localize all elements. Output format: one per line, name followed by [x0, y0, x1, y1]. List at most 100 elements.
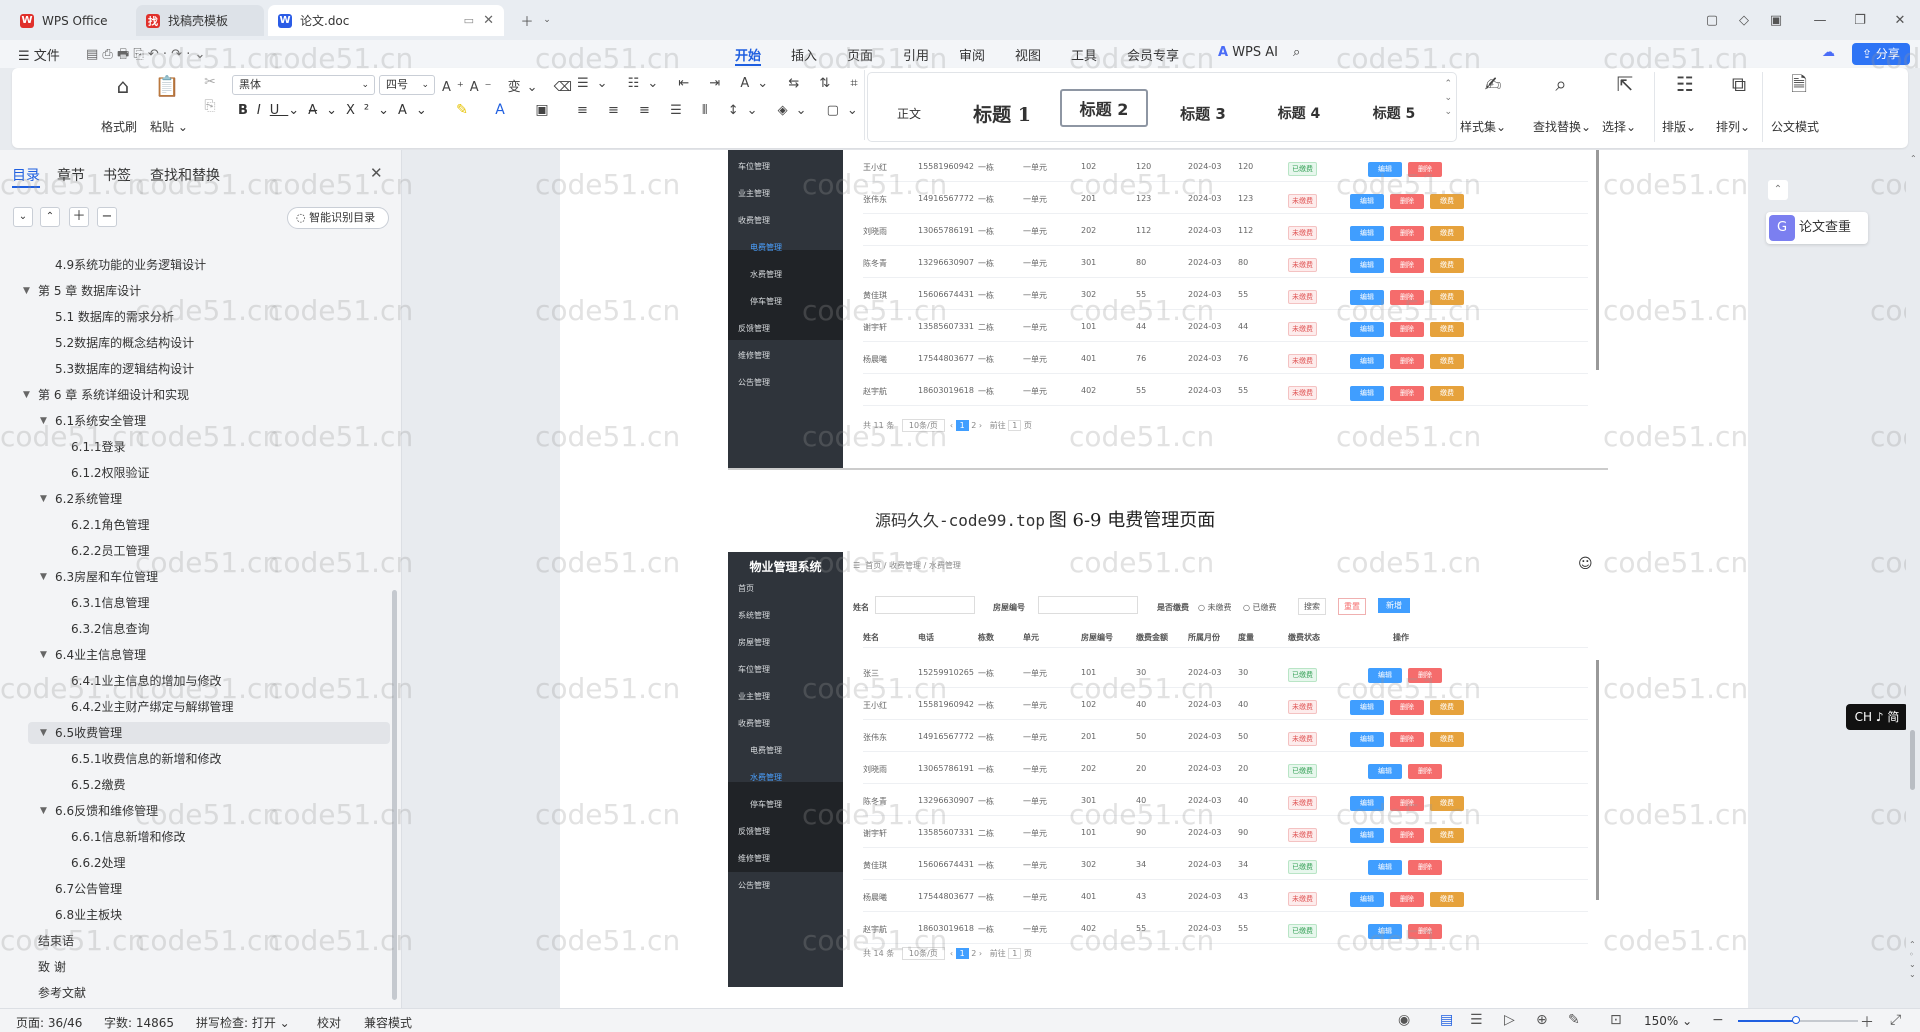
- style-heading-4[interactable]: 标题 4: [1256, 91, 1342, 135]
- zoom-out-icon[interactable]: −: [1712, 1012, 1724, 1028]
- official-doc-icon[interactable]: 🗎: [1786, 74, 1812, 94]
- toc-item[interactable]: 6.1.2权限验证: [0, 462, 390, 484]
- toc-item[interactable]: ▼ 6.2系统管理: [0, 488, 390, 510]
- smart-toc-button[interactable]: ◌ 智能识别目录: [287, 207, 389, 229]
- style-scroll-icon[interactable]: ⌃ ⌄ ⌄: [1444, 77, 1452, 119]
- list-indent-icons[interactable]: ☰⌄ ☷⌄ ⇤ ⇥ A⌄ ⇆ ⇅ ⌗: [577, 76, 866, 91]
- toc-item[interactable]: 6.6.1信息新增和修改: [0, 826, 390, 848]
- official-mode-button[interactable]: 公文模式: [1771, 118, 1819, 135]
- tab-review[interactable]: 审阅: [959, 45, 985, 64]
- toc-expand-caret-icon[interactable]: ▼: [40, 644, 47, 666]
- text-style-icons[interactable]: BIU⌄A̶⌄X²⌄A⌄: [238, 103, 436, 118]
- collapse-all-icon[interactable]: ⌄: [13, 207, 33, 227]
- cut-icon[interactable]: ✂: [200, 72, 220, 92]
- zoom-level[interactable]: 150% ⌄: [1644, 1014, 1692, 1028]
- layout-button[interactable]: 排版⌄: [1662, 118, 1696, 135]
- file-menu[interactable]: ☰ 文件: [18, 45, 60, 64]
- tab-template[interactable]: 找 找稿壳模板: [136, 5, 264, 36]
- page-view-icon[interactable]: ▤: [1440, 1012, 1453, 1028]
- proofread-button[interactable]: 校对: [317, 1014, 341, 1031]
- pen-icon[interactable]: ✎: [1568, 1012, 1580, 1028]
- tab-dropdown-icon[interactable]: ⌄: [535, 8, 559, 32]
- toc-item[interactable]: ▼ 第 5 章 数据库设计: [0, 280, 390, 302]
- close-panel-icon[interactable]: ✕: [370, 164, 383, 182]
- paste-button[interactable]: 粘贴 ⌄: [150, 118, 188, 135]
- font-grow-shrink-icons[interactable]: A⁺A⁻ 变⌄ ⌫: [442, 76, 578, 95]
- toc-item[interactable]: 5.2数据库的概念结构设计: [0, 332, 390, 354]
- play-icon[interactable]: ▷: [1504, 1012, 1515, 1028]
- arrange-button[interactable]: 排列⌄: [1716, 118, 1750, 135]
- toc-item[interactable]: ▼ 6.4业主信息管理: [0, 644, 390, 666]
- doc-scrollbar-thumb[interactable]: [1910, 730, 1915, 790]
- toc-item[interactable]: 参考文献: [0, 982, 390, 1004]
- layout-icon[interactable]: ☷: [1672, 74, 1698, 94]
- toc-item[interactable]: ▼ 第 6 章 系统详细设计和实现: [0, 384, 390, 406]
- toc-expand-caret-icon[interactable]: ▼: [40, 722, 47, 744]
- window-layout-icon[interactable]: ▢: [1700, 8, 1724, 32]
- style-set-icon[interactable]: ✍: [1480, 74, 1506, 94]
- toc-expand-caret-icon[interactable]: ▼: [40, 800, 47, 822]
- remove-heading-icon[interactable]: −: [97, 207, 117, 227]
- tab-home[interactable]: 开始: [735, 45, 761, 64]
- paragraph-align-icons[interactable]: ≡ ≡ ≡ ☰ ⦀ ↕⌄ ◈⌄ ▢⌄: [577, 103, 866, 118]
- paste-icon[interactable]: 📋: [154, 76, 180, 96]
- tab-wps-office[interactable]: W WPS Office: [10, 5, 130, 36]
- close-window-icon[interactable]: ✕: [1888, 8, 1912, 32]
- select-button[interactable]: 选择⌄: [1602, 118, 1636, 135]
- tab-references[interactable]: 引用: [903, 45, 929, 64]
- style-normal[interactable]: 正文: [876, 91, 942, 135]
- fit-page-icon[interactable]: ⊡: [1610, 1012, 1622, 1028]
- word-count[interactable]: 字数: 14865: [104, 1014, 174, 1031]
- toc-item[interactable]: 6.5.2缴费: [0, 774, 390, 796]
- style-set-button[interactable]: 样式集⌄: [1460, 118, 1506, 135]
- toc-item[interactable]: 6.4.1业主信息的增加与修改: [0, 670, 390, 692]
- font-size-select[interactable]: 四号 ⌄: [379, 75, 435, 95]
- cloud-upload-icon[interactable]: ☁: [1822, 45, 1835, 60]
- eye-protection-icon[interactable]: ◉: [1398, 1012, 1410, 1028]
- web-view-icon[interactable]: ⊕: [1536, 1012, 1548, 1028]
- find-replace-icon[interactable]: ⌕: [1548, 74, 1574, 94]
- tab-tools[interactable]: 工具: [1071, 45, 1097, 64]
- tab-member[interactable]: 会员专享: [1127, 45, 1179, 64]
- highlight-icon[interactable]: ✎: [452, 100, 472, 120]
- search-icon[interactable]: ⌕: [1293, 45, 1300, 60]
- ime-indicator[interactable]: CH ♪ 简: [1846, 704, 1908, 730]
- toc-expand-caret-icon[interactable]: ▼: [40, 410, 47, 432]
- toc-item[interactable]: 4.9系统功能的业务逻辑设计: [0, 254, 390, 276]
- share-button[interactable]: ⇪ 分享: [1852, 43, 1910, 65]
- panel-tab-toc[interactable]: 目录: [12, 165, 40, 185]
- toc-item[interactable]: 6.7公告管理: [0, 878, 390, 900]
- toc-item[interactable]: 6.4.2业主财产绑定与解绑管理: [0, 696, 390, 718]
- paper-check-button[interactable]: G 论文查重: [1766, 212, 1868, 244]
- toc-item[interactable]: 结束语: [0, 930, 390, 952]
- add-heading-icon[interactable]: ＋: [69, 207, 89, 227]
- zoom-in-icon[interactable]: ＋: [1860, 1012, 1874, 1032]
- format-painter-button[interactable]: 格式刷: [101, 118, 137, 135]
- toc-item[interactable]: ▼ 6.6反馈和维修管理: [0, 800, 390, 822]
- panel-scrollbar[interactable]: [392, 590, 397, 1000]
- box-icon[interactable]: ◇: [1732, 8, 1756, 32]
- toc-item[interactable]: 6.3.1信息管理: [0, 592, 390, 614]
- toc-item[interactable]: 6.6.2处理: [0, 852, 390, 874]
- quick-access-icons[interactable]: ▤ ⎙ 🖶 ⎘ ↶ · ↷ · ⌄: [86, 45, 205, 67]
- tab-page[interactable]: 页面: [847, 45, 873, 64]
- style-heading-2[interactable]: 标题 2: [1060, 89, 1148, 127]
- toc-item[interactable]: ▼ 6.5收费管理: [28, 722, 390, 744]
- panel-tab-bookmarks[interactable]: 书签: [103, 165, 131, 185]
- style-heading-3[interactable]: 标题 3: [1158, 91, 1248, 135]
- toc-item[interactable]: 5.3数据库的逻辑结构设计: [0, 358, 390, 380]
- toc-item[interactable]: 6.3.2信息查询: [0, 618, 390, 640]
- fullscreen-icon[interactable]: ⤢: [1890, 1012, 1901, 1028]
- font-color-icon[interactable]: A: [490, 100, 510, 120]
- page-indicator[interactable]: 页面: 36/46: [16, 1014, 82, 1031]
- panel-tab-chapters[interactable]: 章节: [57, 165, 85, 185]
- toc-expand-caret-icon[interactable]: ▼: [23, 280, 30, 302]
- copy-icon[interactable]: ⎘: [200, 96, 220, 116]
- toc-item[interactable]: ▼ 6.3房屋和车位管理: [0, 566, 390, 588]
- collapse-float-icon[interactable]: ⌃: [1768, 180, 1788, 200]
- toc-item[interactable]: 5.1 数据库的需求分析: [0, 306, 390, 328]
- restore-tab-icon[interactable]: ▭: [464, 14, 474, 27]
- expand-up-icon[interactable]: ⌃: [40, 207, 60, 227]
- toc-item[interactable]: ▼ 6.1系统安全管理: [0, 410, 390, 432]
- style-heading-1[interactable]: 标题 1: [956, 91, 1048, 135]
